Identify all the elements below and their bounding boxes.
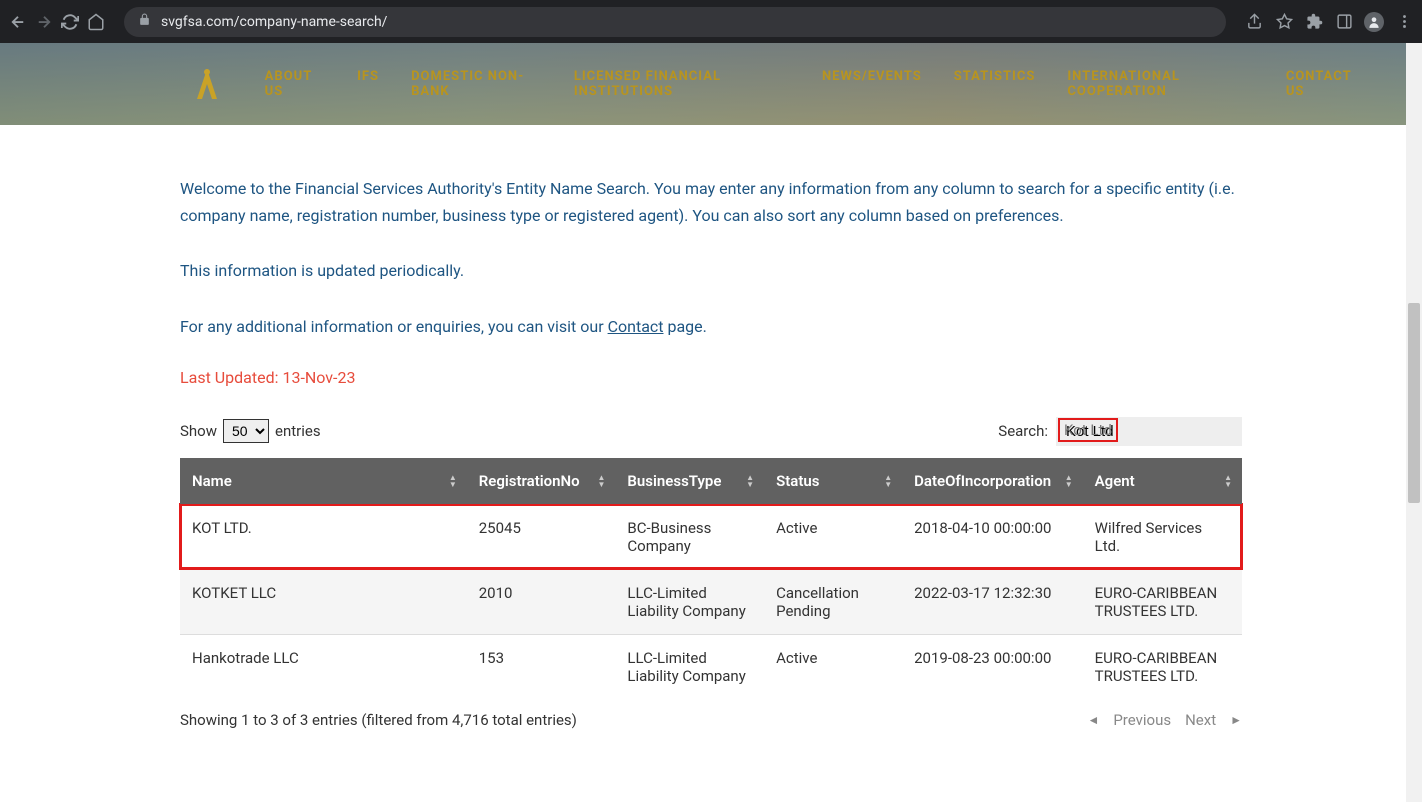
show-entries: Show 50 entries xyxy=(180,419,321,443)
nav-licensed-financial[interactable]: LICENSED FINANCIAL INSTITUTIONS xyxy=(574,69,790,99)
pagination: ◄ Previous Next ► xyxy=(1087,711,1242,729)
table-row: KOTKET LLC2010LLC-Limited Liability Comp… xyxy=(180,569,1242,634)
nav-news-events[interactable]: NEWS/EVENTS xyxy=(822,69,922,99)
page-content: Welcome to the Financial Services Author… xyxy=(180,125,1242,729)
sort-icon: ▲▼ xyxy=(1224,474,1232,488)
panel-icon[interactable] xyxy=(1334,12,1354,32)
sort-icon: ▲▼ xyxy=(1065,474,1073,488)
last-updated: Last Updated: 13-Nov-23 xyxy=(180,368,1242,387)
nav-contact-us[interactable]: CONTACT US xyxy=(1286,69,1362,99)
site-logo[interactable] xyxy=(180,62,235,107)
reload-button[interactable] xyxy=(60,12,80,32)
table-row: KOT LTD.25045BC-Business CompanyActive20… xyxy=(180,504,1242,569)
cell-date: 2022-03-17 12:32:30 xyxy=(902,569,1083,634)
entries-label: entries xyxy=(275,422,321,440)
browser-toolbar: svgfsa.com/company-name-search/ xyxy=(0,0,1422,43)
cell-date: 2018-04-10 00:00:00 xyxy=(902,504,1083,569)
browser-nav-buttons xyxy=(8,12,106,32)
nav-ifs[interactable]: IFS xyxy=(357,69,379,99)
browser-right-icons xyxy=(1244,12,1414,32)
share-icon[interactable] xyxy=(1244,12,1264,32)
table-controls: Show 50 entries Search: Kot Ltd xyxy=(180,417,1242,446)
bookmark-icon[interactable] xyxy=(1274,12,1294,32)
cell-status: Active xyxy=(764,504,902,569)
cell-type: LLC-Limited Liability Company xyxy=(615,569,764,634)
table-footer: Showing 1 to 3 of 3 entries (filtered fr… xyxy=(180,711,1242,729)
home-button[interactable] xyxy=(86,12,106,32)
forward-button[interactable] xyxy=(34,12,54,32)
contact-link[interactable]: Contact xyxy=(608,317,664,336)
intro-paragraph-1: Welcome to the Financial Services Author… xyxy=(180,175,1242,229)
results-table: Name▲▼ RegistrationNo▲▼ BusinessType▲▼ S… xyxy=(180,458,1242,699)
intro-p3-suffix: page. xyxy=(664,317,707,336)
cell-reg: 153 xyxy=(467,634,616,699)
intro-paragraph-3: For any additional information or enquir… xyxy=(180,313,1242,340)
intro-paragraph-2: This information is updated periodically… xyxy=(180,257,1242,284)
next-arrow-icon: ► xyxy=(1230,713,1242,727)
showing-info: Showing 1 to 3 of 3 entries (filtered fr… xyxy=(180,711,577,729)
address-bar[interactable]: svgfsa.com/company-name-search/ xyxy=(124,7,1226,37)
main-nav: ABOUT US IFS DOMESTIC NON-BANK LICENSED … xyxy=(265,69,1362,99)
next-button[interactable]: Next xyxy=(1185,711,1216,729)
col-date-of-incorporation[interactable]: DateOfIncorporation▲▼ xyxy=(902,458,1083,505)
previous-button[interactable]: Previous xyxy=(1113,711,1171,729)
intro-p3-prefix: For any additional information or enquir… xyxy=(180,317,608,336)
show-label: Show xyxy=(180,422,217,440)
cell-agent: EURO-CARIBBEAN TRUSTEES LTD. xyxy=(1083,634,1242,699)
entries-select[interactable]: 50 xyxy=(223,419,269,443)
lock-icon xyxy=(138,13,151,30)
col-name[interactable]: Name▲▼ xyxy=(180,458,467,505)
cell-type: LLC-Limited Liability Company xyxy=(615,634,764,699)
nav-about-us[interactable]: ABOUT US xyxy=(265,69,325,99)
search-input[interactable] xyxy=(1056,417,1242,446)
scrollbar-thumb[interactable] xyxy=(1408,303,1420,503)
col-agent[interactable]: Agent▲▼ xyxy=(1083,458,1242,505)
cell-name: KOT LTD. xyxy=(180,504,467,569)
back-button[interactable] xyxy=(8,12,28,32)
cell-reg: 25045 xyxy=(467,504,616,569)
search-box: Search: Kot Ltd xyxy=(998,417,1242,446)
sort-icon: ▲▼ xyxy=(449,474,457,488)
nav-statistics[interactable]: STATISTICS xyxy=(954,69,1036,99)
site-header: ABOUT US IFS DOMESTIC NON-BANK LICENSED … xyxy=(0,43,1422,125)
cell-status: Active xyxy=(764,634,902,699)
cell-agent: EURO-CARIBBEAN TRUSTEES LTD. xyxy=(1083,569,1242,634)
nav-domestic-non-bank[interactable]: DOMESTIC NON-BANK xyxy=(411,69,542,99)
col-business-type[interactable]: BusinessType▲▼ xyxy=(615,458,764,505)
cell-name: Hankotrade LLC xyxy=(180,634,467,699)
search-label: Search: xyxy=(998,422,1048,440)
cell-date: 2019-08-23 00:00:00 xyxy=(902,634,1083,699)
cell-type: BC-Business Company xyxy=(615,504,764,569)
sort-icon: ▲▼ xyxy=(597,474,605,488)
cell-status: Cancellation Pending xyxy=(764,569,902,634)
menu-icon[interactable] xyxy=(1394,12,1414,32)
profile-avatar[interactable] xyxy=(1364,12,1384,32)
sort-icon: ▲▼ xyxy=(746,474,754,488)
col-status[interactable]: Status▲▼ xyxy=(764,458,902,505)
table-header-row: Name▲▼ RegistrationNo▲▼ BusinessType▲▼ S… xyxy=(180,458,1242,505)
table-row: Hankotrade LLC153LLC-Limited Liability C… xyxy=(180,634,1242,699)
extensions-icon[interactable] xyxy=(1304,12,1324,32)
sort-icon: ▲▼ xyxy=(884,474,892,488)
nav-international-cooperation[interactable]: INTERNATIONAL COOPERATION xyxy=(1067,69,1253,99)
scrollbar-track[interactable] xyxy=(1406,43,1422,802)
prev-arrow-icon: ◄ xyxy=(1087,713,1099,727)
cell-agent: Wilfred Services Ltd. xyxy=(1083,504,1242,569)
cell-reg: 2010 xyxy=(467,569,616,634)
url-text: svgfsa.com/company-name-search/ xyxy=(161,14,387,30)
col-registration-no[interactable]: RegistrationNo▲▼ xyxy=(467,458,616,505)
cell-name: KOTKET LLC xyxy=(180,569,467,634)
